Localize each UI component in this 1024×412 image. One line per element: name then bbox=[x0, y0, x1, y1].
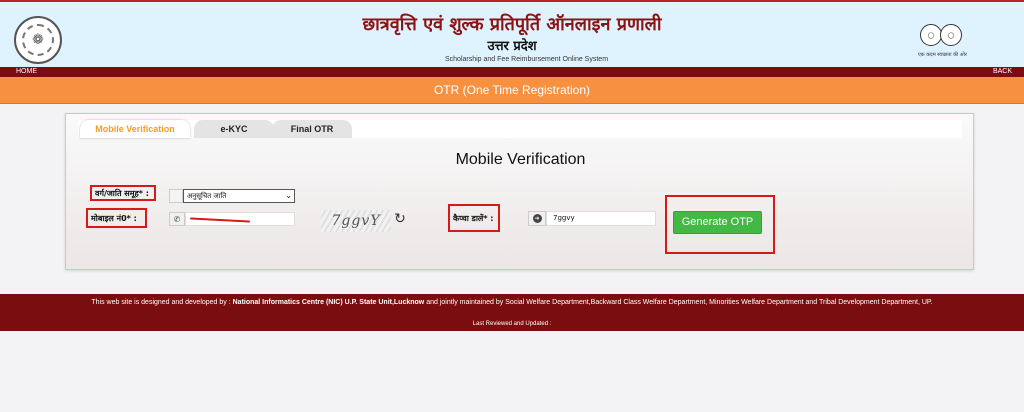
tab-ekyc[interactable]: e-KYC bbox=[194, 120, 274, 138]
registration-panel: Mobile Verification e-KYC Final OTR Mobi… bbox=[65, 113, 974, 270]
mobile-label: मोबाइल नं0* : bbox=[86, 208, 147, 228]
redaction-scribble bbox=[189, 217, 251, 223]
spectacle-right-lens: ◯ bbox=[940, 24, 962, 46]
otr-banner: OTR (One Time Registration) bbox=[0, 77, 1024, 104]
back-link[interactable]: BACK bbox=[993, 67, 1012, 77]
generate-otp-button[interactable]: Generate OTP bbox=[673, 211, 762, 234]
home-link[interactable]: HOME bbox=[16, 67, 37, 77]
mobile-input[interactable] bbox=[185, 212, 295, 226]
swachh-caption: एक कदम स्वच्छता की ओर bbox=[918, 52, 967, 58]
footer-prefix: This web site is designed and developed … bbox=[91, 299, 233, 306]
footer-org: National Informatics Centre (NIC) U.P. S… bbox=[232, 299, 425, 306]
footer-last-updated: Last Reviewed and Updated : bbox=[472, 321, 552, 327]
swachh-bharat-logo-icon: ◯ ◯ एक कदम स्वच्छता की ओर bbox=[916, 22, 968, 62]
site-subtitle-english: Scholarship and Fee Reimbursement Online… bbox=[445, 56, 609, 63]
caste-select[interactable]: अनुसूचित जाति ⌄ bbox=[183, 189, 295, 203]
site-header: ❁ छात्रवृत्ति एवं शुल्क प्रतिपूर्ति ऑनला… bbox=[0, 0, 1024, 67]
footer-credits: This web site is designed and developed … bbox=[90, 298, 934, 308]
caste-label: वर्ग/जाति समूह* : bbox=[90, 185, 156, 201]
arrow-right-circle-icon: ➜ bbox=[528, 211, 546, 226]
phone-icon: ✆ bbox=[169, 212, 185, 226]
tab-strip: Mobile Verification e-KYC Final OTR bbox=[78, 120, 962, 138]
caste-selected-value: अनुसूचित जाति bbox=[187, 192, 227, 200]
site-title-hindi: छात्रवृत्ति एवं शुल्क प्रतिपूर्ति ऑनलाइन… bbox=[362, 14, 662, 35]
captcha-image: 7ggvY bbox=[321, 210, 391, 232]
tab-mobile-verification[interactable]: Mobile Verification bbox=[80, 120, 190, 138]
section-title: Mobile Verification bbox=[455, 151, 586, 168]
chevron-down-icon: ⌄ bbox=[285, 191, 292, 200]
captcha-input[interactable]: 7ggvy bbox=[546, 211, 656, 226]
top-nav-bar: HOME BACK bbox=[0, 67, 1024, 77]
caste-select-group: अनुसूचित जाति ⌄ bbox=[169, 189, 295, 203]
refresh-captcha-icon[interactable]: ↻ bbox=[393, 211, 407, 227]
captcha-input-group: ➜ 7ggvy bbox=[528, 211, 656, 226]
caste-select-addon bbox=[169, 189, 183, 203]
tab-final-otr[interactable]: Final OTR bbox=[272, 120, 352, 138]
footer-suffix: and jointly maintained by Social Welfare… bbox=[424, 299, 933, 306]
captcha-label: कैप्चा डालें* : bbox=[448, 204, 500, 232]
site-footer: This web site is designed and developed … bbox=[0, 294, 1024, 331]
spectacle-left-lens: ◯ bbox=[920, 24, 942, 46]
mobile-input-group: ✆ bbox=[169, 212, 295, 226]
state-name-hindi: उत्तर प्रदेश bbox=[487, 39, 537, 54]
